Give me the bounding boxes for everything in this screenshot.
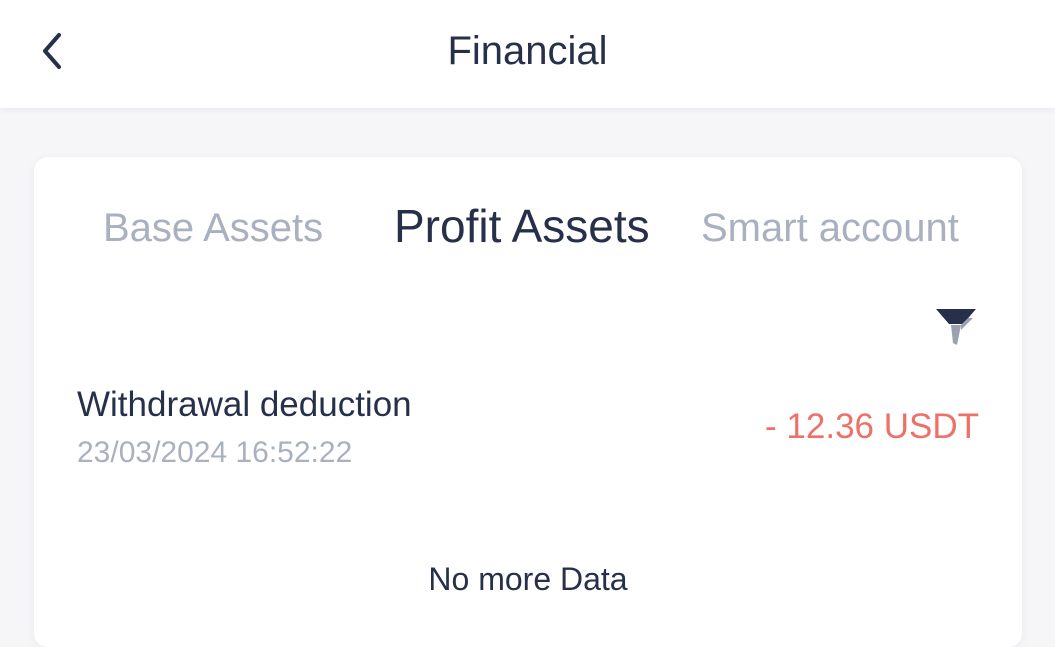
tab-base-assets[interactable]: Base Assets — [103, 200, 323, 256]
tab-profit-assets[interactable]: Profit Assets — [394, 198, 650, 254]
filter-icon — [936, 309, 976, 345]
no-more-data-label: No more Data — [428, 561, 628, 597]
list-item[interactable]: Withdrawal deduction 23/03/2024 16:52:22… — [77, 380, 982, 480]
record-timestamp: 23/03/2024 16:52:22 — [77, 436, 353, 469]
top-bar: Financial — [0, 0, 1055, 108]
record-amount: - 12.36 USDT — [765, 407, 979, 446]
tab-smart-account[interactable]: Smart account — [701, 200, 959, 256]
filter-button[interactable] — [933, 306, 979, 348]
page-title: Financial — [447, 29, 608, 73]
record-title: Withdrawal deduction — [77, 385, 412, 424]
